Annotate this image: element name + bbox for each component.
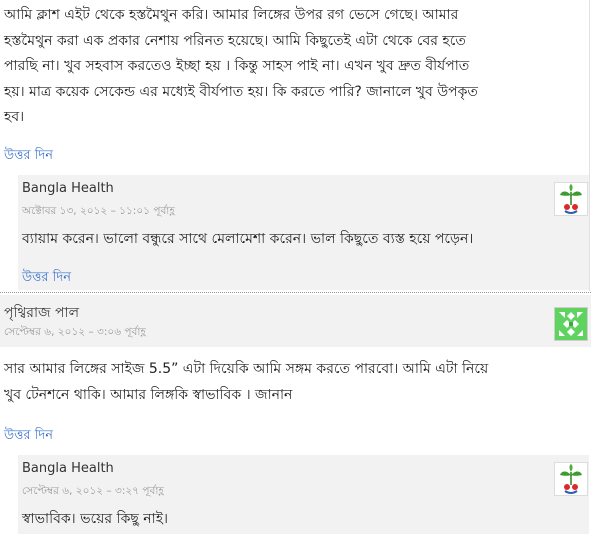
comment-1-line: আমি ক্লাশ এইট থেকে হস্তমৈথুন করি। আমার ল… bbox=[4, 7, 459, 23]
comment-2-line: সার আমার লিঙ্গের সাইজ 5.5” এটা দিয়েকি আ… bbox=[4, 361, 489, 377]
reply-1: Bangla Health অক্টোবর ১৩, ২০১২ – ১১:০১ প… bbox=[18, 175, 589, 290]
comment-thread-1: আমি ক্লাশ এইট থেকে হস্তমৈথুন করি। আমার ল… bbox=[0, 0, 590, 291]
comment-divider bbox=[0, 292, 591, 293]
comment-1-line: হস্তমৈথুন করা এক প্রকার নেশায় পরিনত হয়… bbox=[4, 32, 466, 49]
comment-2-body: সার আমার লিঙ্গের সাইজ 5.5” এটা দিয়েকি আ… bbox=[4, 357, 574, 408]
comment-2-author[interactable]: পৃথ্বিরাজ পাল bbox=[4, 301, 79, 325]
reply-2-body: স্বাভাবিক। ভয়ের কিছু নাই। bbox=[22, 511, 169, 527]
comment-1-line: পারছি না। খুব সহবাস করতেও ইচ্ছা হয় । কি… bbox=[4, 58, 470, 74]
plant-logo-icon bbox=[554, 462, 588, 496]
identicon-avatar bbox=[554, 307, 588, 341]
reply-1-author[interactable]: Bangla Health bbox=[22, 181, 114, 196]
reply-1-body: ব্যায়াম করেন। ভালো বন্ধুরে সাথে মেলামেশ… bbox=[22, 231, 474, 247]
comment-1-body: আমি ক্লাশ এইট থেকে হস্তমৈথুন করি। আমার ল… bbox=[4, 3, 574, 131]
reply-2-author[interactable]: Bangla Health bbox=[22, 461, 114, 476]
comment-2-line: খুব টেনশনে থাকি। আমার লিঙ্গকি স্বাভাবিক … bbox=[4, 386, 293, 403]
reply-2: Bangla Health সেপ্টেম্বর ৬, ২০১২ – ৩:২৭ … bbox=[18, 455, 589, 534]
plant-logo-icon bbox=[554, 182, 588, 216]
comment-1-line: হয়। মাত্র কয়েক সেকেন্ড এর মধ্যেই বীর্য… bbox=[4, 83, 478, 100]
comment-2-header: পৃথ্বিরাজ পাল সেপ্টেম্বর ৬, ২০১২ – ৩:০৬ … bbox=[0, 295, 591, 347]
comment-2-date[interactable]: সেপ্টেম্বর ৬, ২০১২ – ৩:০৬ পূর্বাহ্ণ bbox=[4, 325, 146, 342]
reply-1-reply-link[interactable]: উত্তর দিন bbox=[22, 268, 71, 289]
comment-1-line: হব। bbox=[4, 109, 25, 125]
reply-2-date[interactable]: সেপ্টেম্বর ৬, ২০১২ – ৩:২৭ পূর্বাহ্ণ bbox=[22, 484, 164, 501]
comment-2-reply-link[interactable]: উত্তর দিন bbox=[4, 426, 53, 447]
reply-1-date[interactable]: অক্টোবর ১৩, ২০১২ – ১১:০১ পূর্বাহ্ণ bbox=[22, 204, 175, 221]
comment-1-reply-link[interactable]: উত্তর দিন bbox=[4, 146, 53, 167]
